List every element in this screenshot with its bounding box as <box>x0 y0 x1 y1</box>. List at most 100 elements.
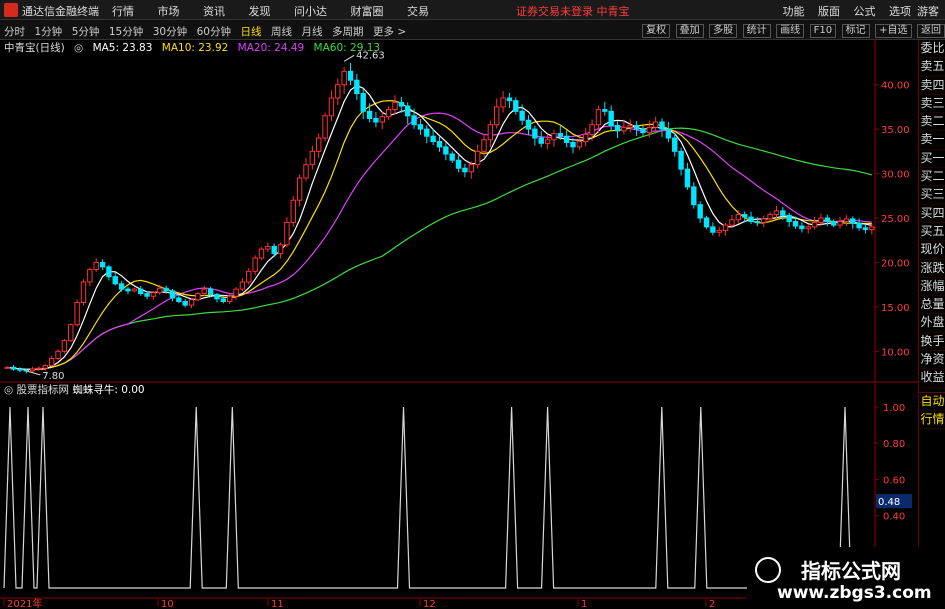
tab-5min[interactable]: 5分钟 <box>72 24 100 39</box>
candle-body <box>792 221 799 227</box>
side-item-12[interactable]: 涨跌 <box>919 260 945 278</box>
side-item-18[interactable]: 收益 <box>919 369 945 388</box>
side-bottom-item-1[interactable]: 行情 <box>919 411 945 430</box>
ma60-value: MA60: 29.13 <box>313 42 381 54</box>
candle-body <box>449 153 455 161</box>
side-item-15[interactable]: 外盘 <box>919 314 945 333</box>
add-watchlist-button[interactable]: +自选 <box>875 24 912 38</box>
candle-body <box>691 186 697 206</box>
price-tick-label: 15.00 <box>881 303 910 314</box>
side-item-13[interactable]: 涨幅 <box>919 278 945 297</box>
tab-daily[interactable]: 日线 <box>241 24 262 39</box>
candle-body <box>112 276 118 285</box>
menu-options[interactable]: 选项 <box>889 3 911 19</box>
tab-15min[interactable]: 15分钟 <box>109 24 143 39</box>
side-item-17[interactable]: 净资 <box>919 351 945 370</box>
menu-layout[interactable]: 版面 <box>818 3 840 19</box>
candle-body <box>80 281 87 303</box>
login-promo[interactable]: 证券交易未登录 中青宝 <box>516 3 630 19</box>
candle-body <box>862 227 869 231</box>
side-item-3[interactable]: 卖三 <box>919 95 945 114</box>
candle-body <box>48 357 55 367</box>
candle-body <box>710 226 716 233</box>
side-item-7[interactable]: 买二 <box>919 168 945 187</box>
candle-body <box>373 117 379 123</box>
date-tick-label: 2021年 <box>7 597 42 609</box>
back-button[interactable]: 返回 <box>917 24 945 38</box>
side-item-1[interactable]: 卖五 <box>919 58 945 77</box>
tab-intraday[interactable]: 分时 <box>4 24 25 39</box>
candle-body <box>583 133 589 143</box>
menu-wealth[interactable]: 财富圈 <box>351 3 384 19</box>
side-item-2[interactable]: 卖四 <box>919 77 945 95</box>
menu-news[interactable]: 资讯 <box>203 3 225 19</box>
menu-quotes[interactable]: 行情 <box>112 3 134 19</box>
candle-body <box>99 261 106 268</box>
candle-body <box>780 210 786 216</box>
gear-icon[interactable]: ◎ <box>74 42 83 54</box>
draw-line-button[interactable]: 画线 <box>776 24 805 38</box>
side-item-6[interactable]: 买一 <box>919 150 945 169</box>
menu-market[interactable]: 市场 <box>158 3 180 19</box>
multi-stock-button[interactable]: 多股 <box>709 24 738 38</box>
candle-body <box>443 146 449 155</box>
candle-body <box>735 213 742 221</box>
candle-body <box>385 109 392 118</box>
f10-button[interactable]: F10 <box>809 24 837 38</box>
candle-body <box>125 288 131 292</box>
candle-body <box>487 124 494 141</box>
menu-formula[interactable]: 公式 <box>854 3 876 19</box>
price-chart-area[interactable]: 40.0035.0030.0025.0020.0015.0010.00 42.6… <box>0 40 918 609</box>
candle-body <box>150 292 157 297</box>
side-item-0[interactable]: 委比 <box>919 40 945 59</box>
tab-weekly[interactable]: 周线 <box>271 24 292 39</box>
side-item-4[interactable]: 卖二 <box>919 113 945 132</box>
tab-60min[interactable]: 60分钟 <box>197 24 231 39</box>
date-tick-label: 10 <box>161 599 174 609</box>
candle-body <box>557 133 563 137</box>
low-annotation-label: 7.80 <box>42 371 64 382</box>
candle-body <box>239 281 246 290</box>
candle-body <box>265 245 271 250</box>
menu-functions[interactable]: 功能 <box>783 3 805 19</box>
candle-body <box>36 367 42 370</box>
candle-body <box>10 366 17 370</box>
candle-body <box>519 110 525 121</box>
candle-body <box>824 217 831 223</box>
menu-discover[interactable]: 发现 <box>249 3 271 19</box>
overlay-button[interactable]: 叠加 <box>675 24 704 38</box>
adjust-button[interactable]: 复权 <box>642 24 671 38</box>
candle-body <box>818 217 824 223</box>
side-item-11[interactable]: 现价 <box>919 241 945 260</box>
candle-body <box>678 150 684 170</box>
indicator-gear-icon[interactable]: ◎ <box>4 384 13 396</box>
candle-body <box>246 270 252 283</box>
candle-body <box>652 121 659 128</box>
watermark-url: www.zbgs3.com <box>777 583 932 603</box>
tab-1min[interactable]: 1分钟 <box>35 24 63 39</box>
side-bottom-item-0[interactable]: 自动 <box>919 393 945 411</box>
side-item-16[interactable]: 换手 <box>919 333 945 352</box>
stats-button[interactable]: 统计 <box>742 24 771 38</box>
side-item-14[interactable]: 总量 <box>919 296 945 315</box>
tab-more[interactable]: 更多 > <box>373 24 406 39</box>
menu-trade[interactable]: 交易 <box>407 3 429 19</box>
candle-body <box>284 221 290 246</box>
mark-button[interactable]: 标记 <box>841 24 870 38</box>
tab-30min[interactable]: 30分钟 <box>153 24 187 39</box>
guest-login[interactable]: 游客 <box>917 3 939 19</box>
tab-multi-period[interactable]: 多周期 <box>332 24 364 39</box>
candle-body <box>201 288 207 295</box>
side-item-9[interactable]: 买四 <box>919 205 945 223</box>
tab-monthly[interactable]: 月线 <box>302 24 323 39</box>
candle-body <box>182 301 188 306</box>
side-item-8[interactable]: 买三 <box>919 186 945 205</box>
candle-body <box>576 141 583 148</box>
side-item-10[interactable]: 买五 <box>919 223 945 242</box>
candle-body <box>322 115 328 139</box>
candle-body <box>551 133 557 141</box>
title-bar: 通达信金融终端 行情 市场 资讯 发现 问小达 财富圈 交易 证券交易未登录 中… <box>0 0 945 20</box>
side-item-5[interactable]: 卖一 <box>919 131 945 150</box>
menu-assistant[interactable]: 问小达 <box>294 3 327 19</box>
candle-body <box>633 125 640 130</box>
